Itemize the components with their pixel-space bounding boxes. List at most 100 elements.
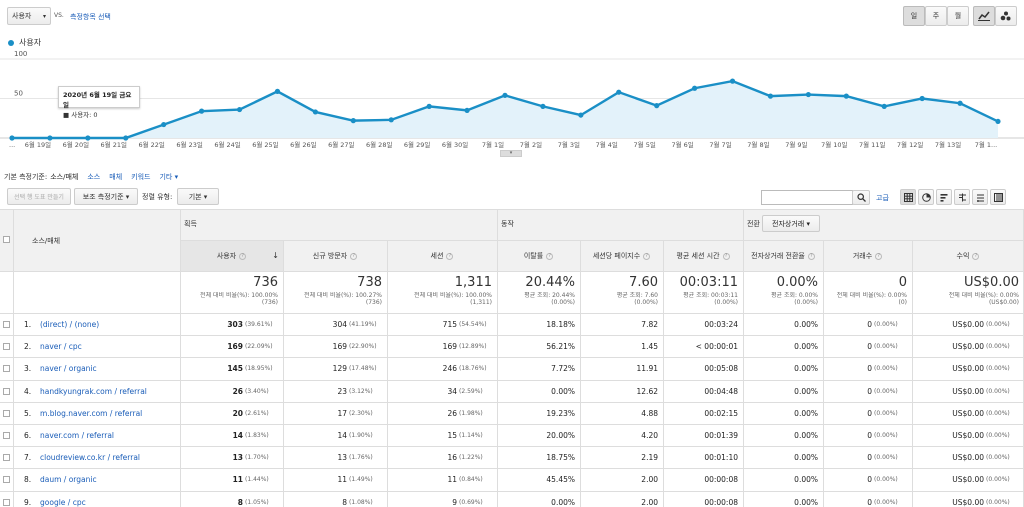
row-value: US$0.00 <box>952 475 984 485</box>
granularity-day-button[interactable]: 일 <box>903 6 925 26</box>
row-divider <box>0 380 1024 381</box>
data-point <box>123 135 129 141</box>
row-value: 304 <box>332 320 347 329</box>
y-tick-label: 100 <box>14 50 27 58</box>
x-tick-label: 6월 22일 <box>138 140 164 149</box>
row-percent: (2.59%) <box>459 387 483 395</box>
x-tick-label: 6월 30일 <box>442 140 468 149</box>
table-search-input[interactable] <box>761 190 853 205</box>
column-header[interactable]: 이탈률? <box>497 251 580 261</box>
help-icon[interactable]: ? <box>972 252 980 260</box>
help-icon[interactable]: ? <box>446 252 454 260</box>
column-header[interactable]: 거래수? <box>823 251 912 261</box>
row-source-link[interactable]: m.blog.naver.com / referral <box>40 409 180 418</box>
select-metric-link[interactable]: 측정항목 선택 <box>70 12 111 22</box>
column-header[interactable]: 평균 세션 시간? <box>663 251 743 261</box>
row-index: 5. <box>24 408 32 418</box>
row-value: US$0.00 <box>952 453 984 463</box>
table-search-button[interactable] <box>852 190 870 205</box>
total-value: 0 <box>898 275 907 290</box>
view-pie-button[interactable] <box>918 189 934 205</box>
search-icon <box>856 193 866 202</box>
column-header[interactable]: 사용자? ↓ <box>180 251 283 261</box>
granularity-month-button[interactable]: 월 <box>947 6 969 26</box>
x-tick-label: 7월 12일 <box>897 140 923 149</box>
view-performance-button[interactable] <box>936 189 952 205</box>
row-value: 2.00 <box>641 475 658 485</box>
chart-legend: 사용자 <box>8 37 41 48</box>
row-value: 169 <box>227 342 243 352</box>
dim-source[interactable]: 소스 <box>87 172 100 182</box>
line-chart-toggle[interactable] <box>973 6 995 26</box>
row-index: 7. <box>24 453 32 463</box>
help-icon[interactable]: ? <box>643 252 651 260</box>
help-icon[interactable]: ? <box>875 252 883 260</box>
row-checkbox[interactable] <box>3 498 10 506</box>
column-header[interactable]: 세션당 페이지수? <box>580 251 663 261</box>
conversion-type-select[interactable]: 전자상거래 ▾ <box>762 215 820 232</box>
secondary-dimension-select[interactable]: 보조 측정기준 ▾ <box>74 188 138 205</box>
help-icon[interactable]: ? <box>350 252 358 260</box>
dim-source-medium[interactable]: 소스/매체 <box>50 172 78 182</box>
help-icon[interactable]: ? <box>807 252 815 260</box>
granularity-week-button[interactable]: 주 <box>925 6 947 26</box>
column-header[interactable]: 세션? <box>387 251 497 261</box>
total-percent: 평균 조회: 0.00% <box>771 292 818 299</box>
data-point <box>805 91 811 98</box>
motion-chart-toggle[interactable] <box>995 6 1017 26</box>
row-source-link[interactable]: google / cpc <box>40 498 180 507</box>
row-source-link[interactable]: daum / organic <box>40 475 180 484</box>
view-pivot-button[interactable] <box>990 189 1006 205</box>
dimension-header-source-medium[interactable]: 소스/매체 <box>32 236 60 246</box>
row-checkbox[interactable] <box>3 365 10 373</box>
row-value: 0 <box>867 320 872 329</box>
row-source-link[interactable]: handkyungrak.com / referral <box>40 387 180 396</box>
sort-type-label: 정렬 유형: <box>142 193 173 201</box>
row-value: US$0.00 <box>952 320 984 329</box>
total-base: (0.00%) <box>794 299 818 306</box>
row-index: 4. <box>24 386 32 396</box>
view-term-cloud-button[interactable] <box>972 189 988 205</box>
row-checkbox[interactable] <box>3 476 10 484</box>
chart-resize-handle[interactable]: ▾ <box>500 150 522 157</box>
row-checkbox[interactable] <box>3 409 10 417</box>
row-value: 13 <box>337 453 347 463</box>
help-icon[interactable]: ? <box>546 252 554 260</box>
column-header[interactable]: 전자상거래 전환율? <box>743 251 823 261</box>
row-value: 8 <box>237 497 243 507</box>
plot-rows-button[interactable]: 선택 행 도표 만들기 <box>7 188 71 205</box>
data-point <box>578 112 584 118</box>
row-checkbox[interactable] <box>3 387 10 395</box>
row-source-link[interactable]: naver / organic <box>40 364 180 373</box>
row-checkbox[interactable] <box>3 343 10 351</box>
dim-medium[interactable]: 매체 <box>109 172 122 182</box>
bar-chart-icon <box>940 193 947 202</box>
row-value: 11.91 <box>636 364 658 374</box>
column-header[interactable]: 수익? <box>912 251 1024 261</box>
help-icon[interactable]: ? <box>239 252 247 260</box>
row-value: 2.19 <box>641 453 658 463</box>
x-tick-label: ... <box>9 141 15 149</box>
sort-type-select[interactable]: 기본 ▾ <box>177 188 219 205</box>
help-icon[interactable]: ? <box>722 252 730 260</box>
dim-keyword[interactable]: 키워드 <box>131 172 150 182</box>
metric-select[interactable]: 사용자 ▾ <box>7 7 51 25</box>
row-checkbox[interactable] <box>3 432 10 439</box>
group-header-conversions: 전환 <box>747 220 760 228</box>
select-all-checkbox[interactable] <box>3 236 10 243</box>
view-comparison-button[interactable] <box>954 189 970 205</box>
total-value: US$0.00 <box>964 275 1019 290</box>
row-source-link[interactable]: cloudreview.co.kr / referral <box>40 453 180 462</box>
dim-more[interactable]: 기타 ▾ <box>159 172 178 182</box>
plot-rows-label: 선택 행 도표 만들기 <box>14 194 64 201</box>
column-header[interactable]: 신규 방문자? <box>283 251 387 261</box>
view-table-button[interactable] <box>900 189 916 205</box>
row-checkbox[interactable] <box>3 321 10 328</box>
row-checkbox[interactable] <box>3 454 10 462</box>
total-value: 20.44% <box>525 275 575 290</box>
row-source-link[interactable]: naver.com / referral <box>40 431 180 440</box>
data-point <box>995 118 1001 125</box>
row-source-link[interactable]: (direct) / (none) <box>40 320 180 329</box>
advanced-filter-link[interactable]: 고급 <box>876 193 889 203</box>
row-source-link[interactable]: naver / cpc <box>40 342 180 351</box>
